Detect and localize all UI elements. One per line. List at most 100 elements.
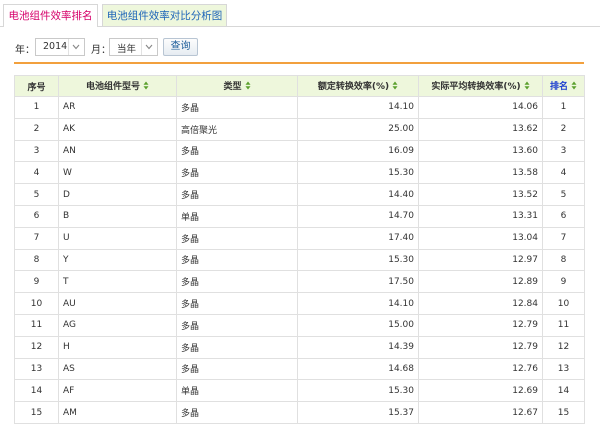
cell-rated-efficiency: 25.00: [297, 117, 419, 141]
cell-type: 多晶: [176, 226, 298, 250]
cell-model-link[interactable]: AM: [58, 401, 177, 424]
tab-efficiency-ranking[interactable]: 电池组件效率排名: [3, 4, 98, 27]
cell-model-link[interactable]: AU: [58, 292, 177, 315]
cell-type: 多晶: [176, 401, 298, 424]
cell-type: 多晶: [176, 270, 298, 294]
cell-seq: 14: [14, 379, 59, 403]
cell-rank: 5: [542, 183, 585, 206]
cell-rated-efficiency: 17.40: [297, 226, 419, 250]
cell-seq: 3: [14, 139, 59, 163]
sort-icon[interactable]: [143, 81, 149, 93]
cell-rated-efficiency: 15.30: [297, 248, 419, 272]
cell-seq: 10: [14, 292, 59, 315]
cell-actual-efficiency: 12.89: [418, 270, 543, 294]
cell-model-link[interactable]: AR: [58, 96, 177, 119]
cell-rank: 13: [542, 357, 585, 381]
table-row: 13 AS 多晶 14.68 12.76 13: [14, 357, 585, 381]
table-row: 4 W 多晶 15.30 13.58 4: [14, 161, 585, 185]
cell-model-link[interactable]: W: [58, 161, 177, 185]
cell-model-link[interactable]: H: [58, 335, 177, 359]
cell-model-link[interactable]: D: [58, 183, 177, 206]
cell-rated-efficiency: 14.10: [297, 292, 419, 315]
cell-seq: 1: [14, 96, 59, 119]
cell-seq: 12: [14, 335, 59, 359]
tab-efficiency-comparison-chart[interactable]: 电池组件效率对比分析图: [102, 4, 227, 26]
cell-rank: 15: [542, 401, 585, 424]
sort-icon[interactable]: [571, 81, 577, 93]
cell-actual-efficiency: 13.31: [418, 204, 543, 228]
table-row: 14 AF 单晶 15.30 12.69 14: [14, 379, 585, 403]
cell-actual-efficiency: 12.69: [418, 379, 543, 403]
cell-type: 高倍聚光: [176, 117, 298, 141]
cell-model-link[interactable]: AF: [58, 379, 177, 403]
cell-actual-efficiency: 12.84: [418, 292, 543, 315]
cell-seq: 4: [14, 161, 59, 185]
table-row: 6 B 单晶 14.70 13.31 6: [14, 204, 585, 228]
cell-actual-efficiency: 14.06: [418, 96, 543, 119]
table-row: 1 AR 多晶 14.10 14.06 1: [14, 96, 585, 119]
cell-rated-efficiency: 14.68: [297, 357, 419, 381]
table-row: 3 AN 多晶 16.09 13.60 3: [14, 139, 585, 163]
year-select[interactable]: 2014: [35, 38, 85, 56]
cell-type: 多晶: [176, 161, 298, 185]
header-model[interactable]: 电池组件型号: [58, 75, 177, 97]
cell-rated-efficiency: 15.30: [297, 161, 419, 185]
table-row: 10 AU 多晶 14.10 12.84 10: [14, 292, 585, 315]
cell-model-link[interactable]: B: [58, 204, 177, 228]
cell-rated-efficiency: 14.70: [297, 204, 419, 228]
cell-actual-efficiency: 12.76: [418, 357, 543, 381]
cell-type: 多晶: [176, 96, 298, 119]
cell-actual-efficiency: 12.79: [418, 313, 543, 337]
cell-seq: 7: [14, 226, 59, 250]
cell-rank: 8: [542, 248, 585, 272]
table-row: 11 AG 多晶 15.00 12.79 11: [14, 313, 585, 337]
header-type[interactable]: 类型: [176, 75, 298, 97]
header-rated-efficiency[interactable]: 额定转换效率(%): [297, 75, 419, 97]
cell-type: 多晶: [176, 313, 298, 337]
cell-rated-efficiency: 17.50: [297, 270, 419, 294]
cell-model-link[interactable]: AK: [58, 117, 177, 141]
cell-type: 多晶: [176, 357, 298, 381]
chevron-down-icon: [68, 39, 84, 55]
table-row: 2 AK 高倍聚光 25.00 13.62 2: [14, 117, 585, 141]
cell-model-link[interactable]: AN: [58, 139, 177, 163]
cell-rank: 11: [542, 313, 585, 337]
header-rank[interactable]: 排名: [542, 75, 585, 97]
cell-model-link[interactable]: AG: [58, 313, 177, 337]
cell-type: 多晶: [176, 335, 298, 359]
cell-rank: 14: [542, 379, 585, 403]
cell-type: 单晶: [176, 379, 298, 403]
cell-rank: 2: [542, 117, 585, 141]
cell-type: 多晶: [176, 139, 298, 163]
cell-actual-efficiency: 13.62: [418, 117, 543, 141]
month-label: 月：: [91, 45, 111, 56]
cell-seq: 13: [14, 357, 59, 381]
cell-model-link[interactable]: T: [58, 270, 177, 294]
cell-seq: 15: [14, 401, 59, 424]
sort-icon[interactable]: [392, 81, 398, 93]
cell-actual-efficiency: 13.04: [418, 226, 543, 250]
cell-rated-efficiency: 15.30: [297, 379, 419, 403]
cell-actual-efficiency: 12.79: [418, 335, 543, 359]
table-body: 1 AR 多晶 14.10 14.06 1 2 AK 高倍聚光 25.00 13.62 2 3 AN 多晶 1…: [14, 96, 585, 424]
month-select-value: 当年: [117, 44, 137, 55]
chevron-down-icon: [141, 39, 157, 55]
cell-rank: 6: [542, 204, 585, 228]
table-row: 5 D 多晶 14.40 13.52 5: [14, 183, 585, 206]
table-row: 8 Y 多晶 15.30 12.97 8: [14, 248, 585, 272]
cell-type: 单晶: [176, 204, 298, 228]
cell-model-link[interactable]: Y: [58, 248, 177, 272]
cell-model-link[interactable]: AS: [58, 357, 177, 381]
query-button[interactable]: 查询: [163, 38, 198, 56]
cell-rank: 10: [542, 292, 585, 315]
cell-model-link[interactable]: U: [58, 226, 177, 250]
sort-icon[interactable]: [524, 81, 530, 93]
cell-type: 多晶: [176, 248, 298, 272]
table-row: 7 U 多晶 17.40 13.04 7: [14, 226, 585, 250]
tab-bar: 电池组件效率排名 电池组件效率对比分析图: [0, 0, 600, 27]
month-select[interactable]: 当年: [109, 38, 158, 56]
sort-icon[interactable]: [245, 81, 251, 93]
header-actual-efficiency[interactable]: 实际平均转换效率(%): [418, 75, 543, 97]
cell-actual-efficiency: 13.60: [418, 139, 543, 163]
cell-seq: 11: [14, 313, 59, 337]
